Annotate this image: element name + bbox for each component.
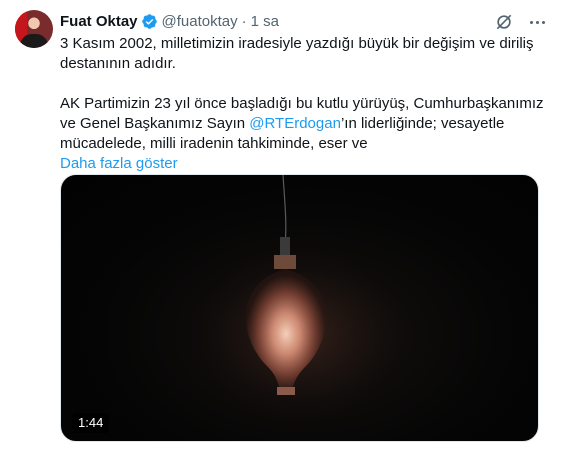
more-dot-2: [535, 20, 539, 24]
tweet-paragraph-1: 3 Kasım 2002, milletimizin iradesiyle ya…: [60, 35, 534, 72]
tweet-paragraph-2: AK Partimizin 23 yıl önce başladığı bu k…: [60, 94, 550, 154]
more-dot-3: [541, 20, 545, 24]
more-dot-1: [529, 20, 533, 24]
mention-link[interactable]: @RTErdogan: [249, 115, 341, 132]
video-player[interactable]: 1:44: [60, 174, 539, 442]
tweet-text: 3 Kasım 2002, milletimizin iradesiyle ya…: [60, 34, 550, 174]
tweet-time[interactable]: 1 sa: [251, 13, 279, 30]
tweet-card[interactable]: Fuat Oktay @fuatoktay · 1 sa 3 Kasım 200…: [0, 0, 566, 450]
avatar[interactable]: [15, 10, 53, 48]
video-duration: 1:44: [72, 413, 110, 433]
author-name[interactable]: Fuat Oktay: [60, 13, 138, 30]
show-more-link[interactable]: Daha fazla göster: [60, 154, 178, 174]
grok-icon[interactable]: [494, 12, 514, 32]
tweet-header: Fuat Oktay @fuatoktay · 1 sa: [60, 11, 279, 31]
more-options-icon[interactable]: [526, 11, 548, 33]
separator-dot: ·: [241, 12, 247, 30]
author-handle[interactable]: @fuatoktay: [162, 13, 238, 30]
avatar-suit: [20, 34, 48, 48]
light-bulb-video: [177, 175, 417, 441]
verified-badge-icon: [141, 13, 157, 29]
